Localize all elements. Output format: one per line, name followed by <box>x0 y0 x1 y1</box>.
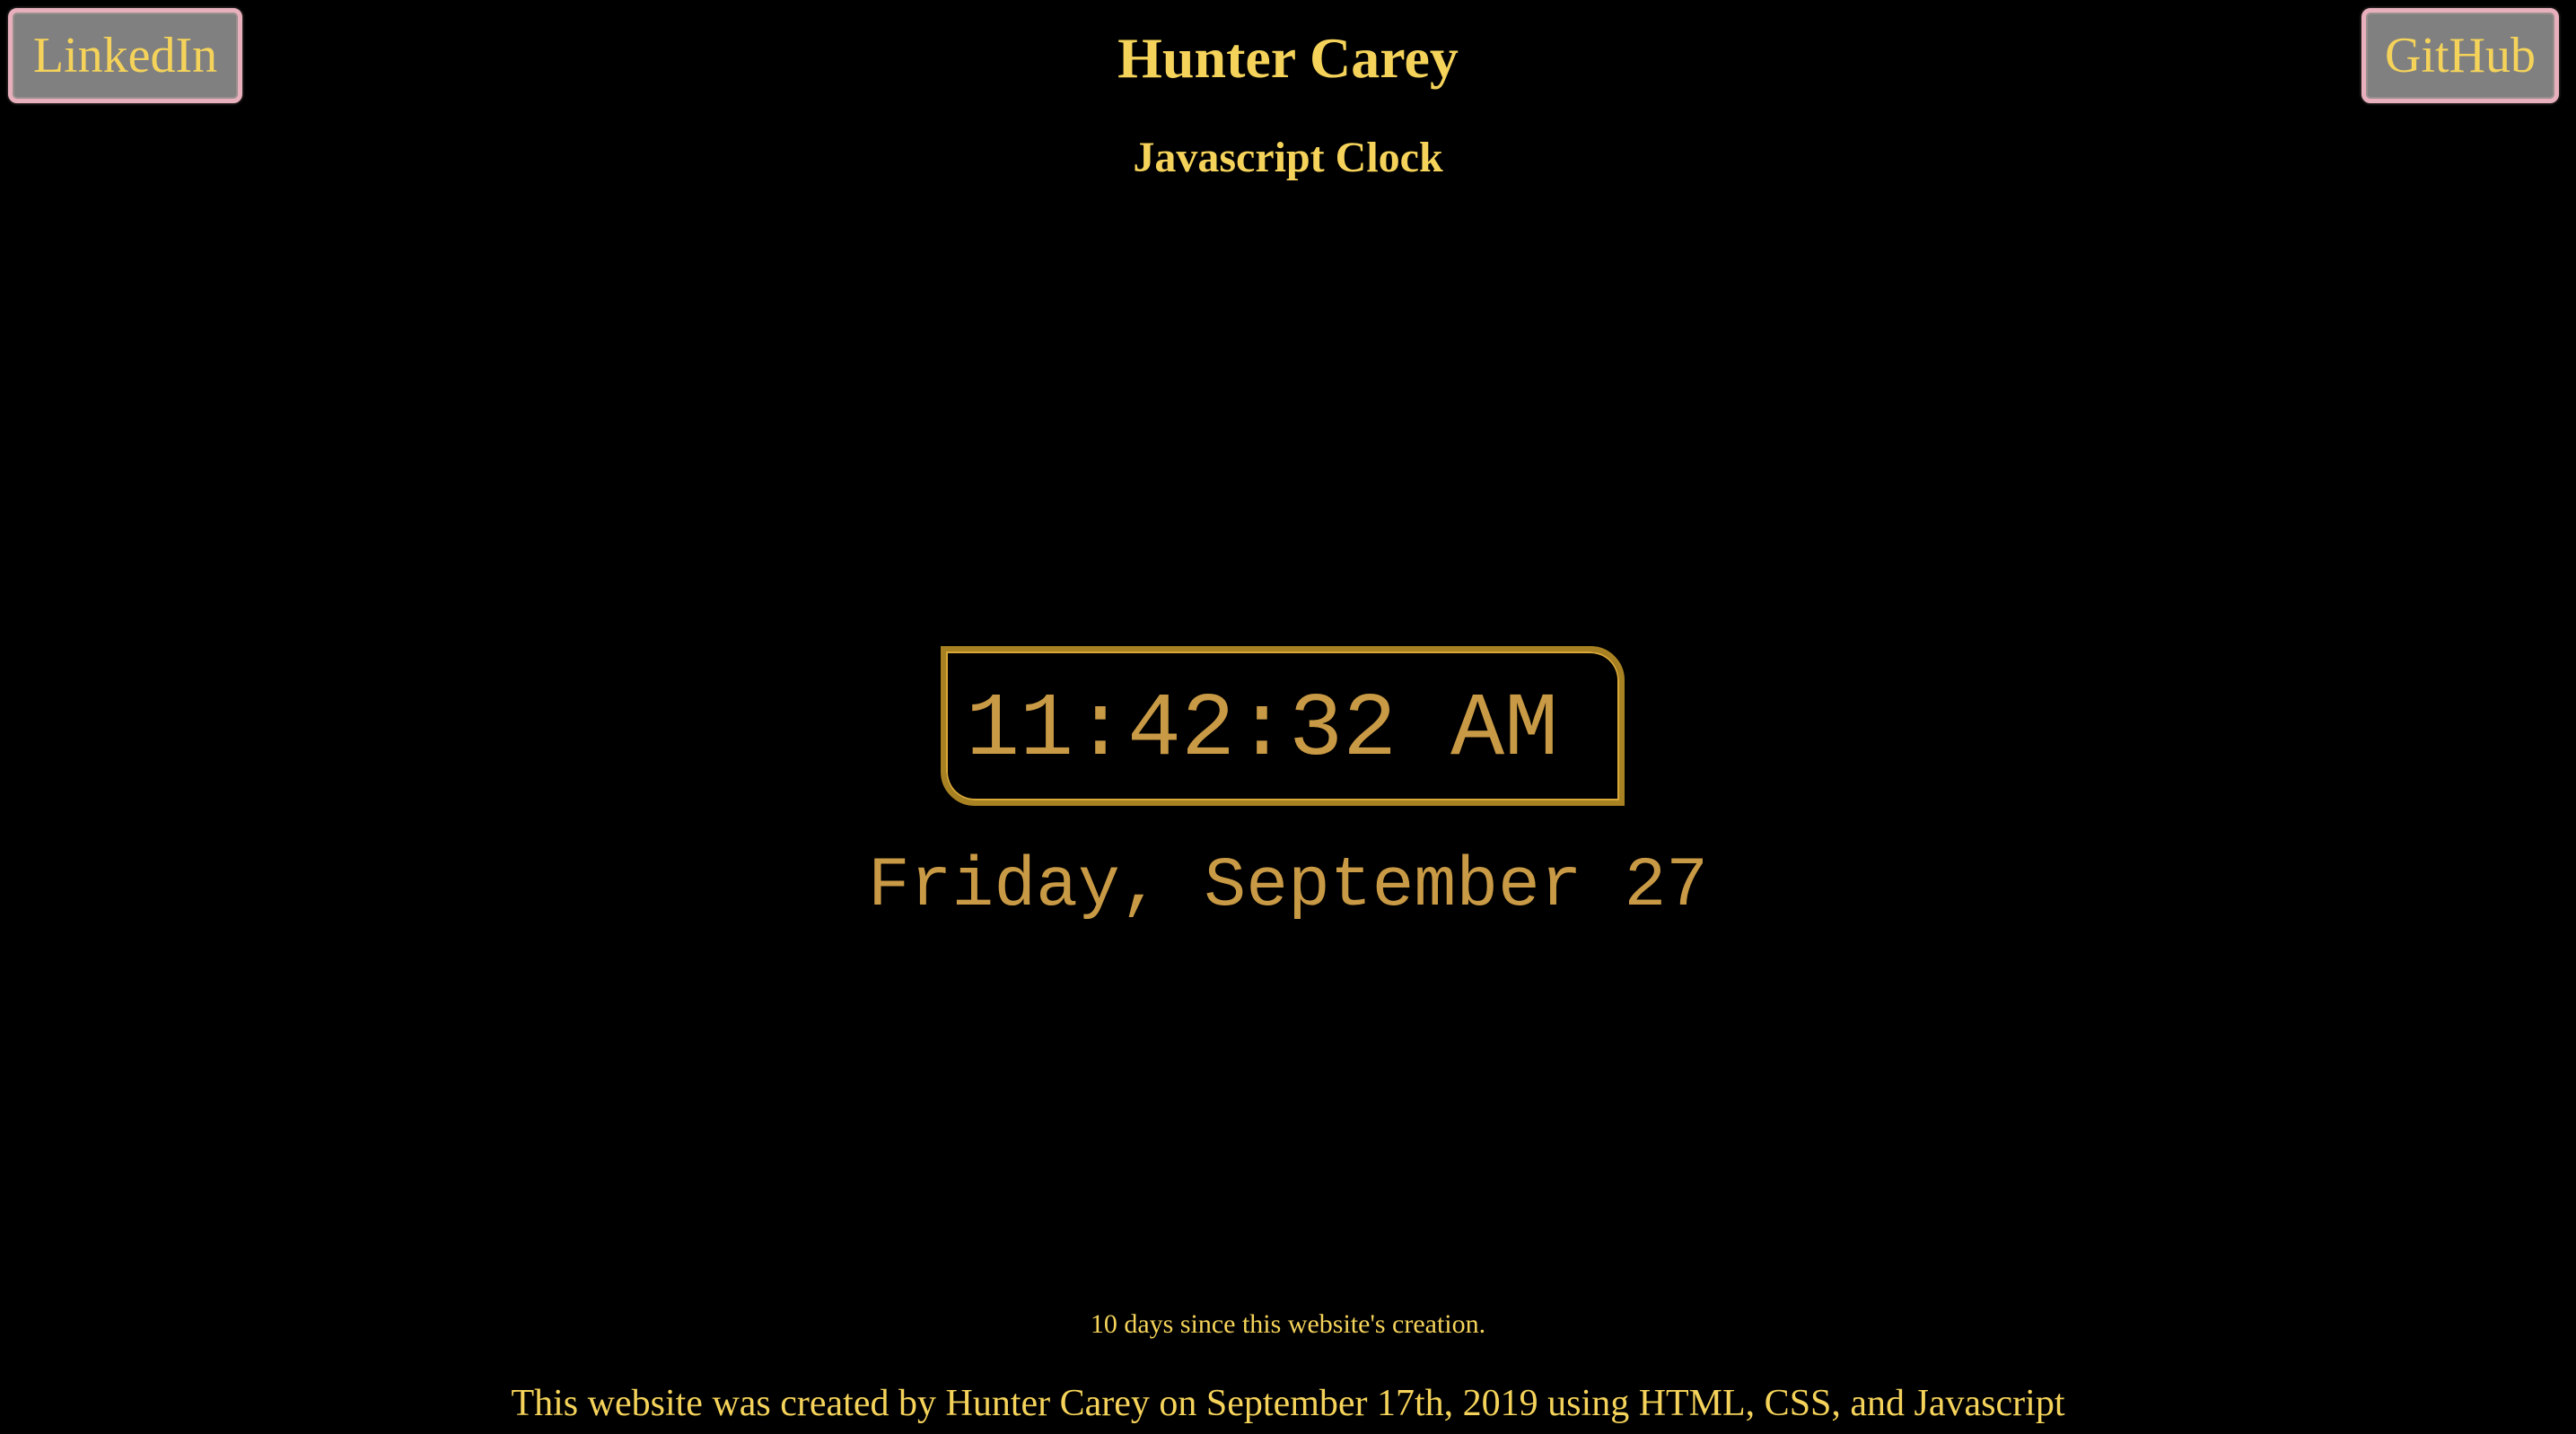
clock-date: Friday, September 27 <box>867 847 1709 926</box>
days-since-creation: 10 days since this website's creation. <box>1090 1309 1486 1339</box>
page-subtitle: Javascript Clock <box>1133 134 1443 181</box>
page-title: Hunter Carey <box>1117 26 1459 90</box>
clock-time: 11:42:32 AM <box>966 680 1559 782</box>
footer-credit: This website was created by Hunter Carey… <box>511 1383 2065 1424</box>
